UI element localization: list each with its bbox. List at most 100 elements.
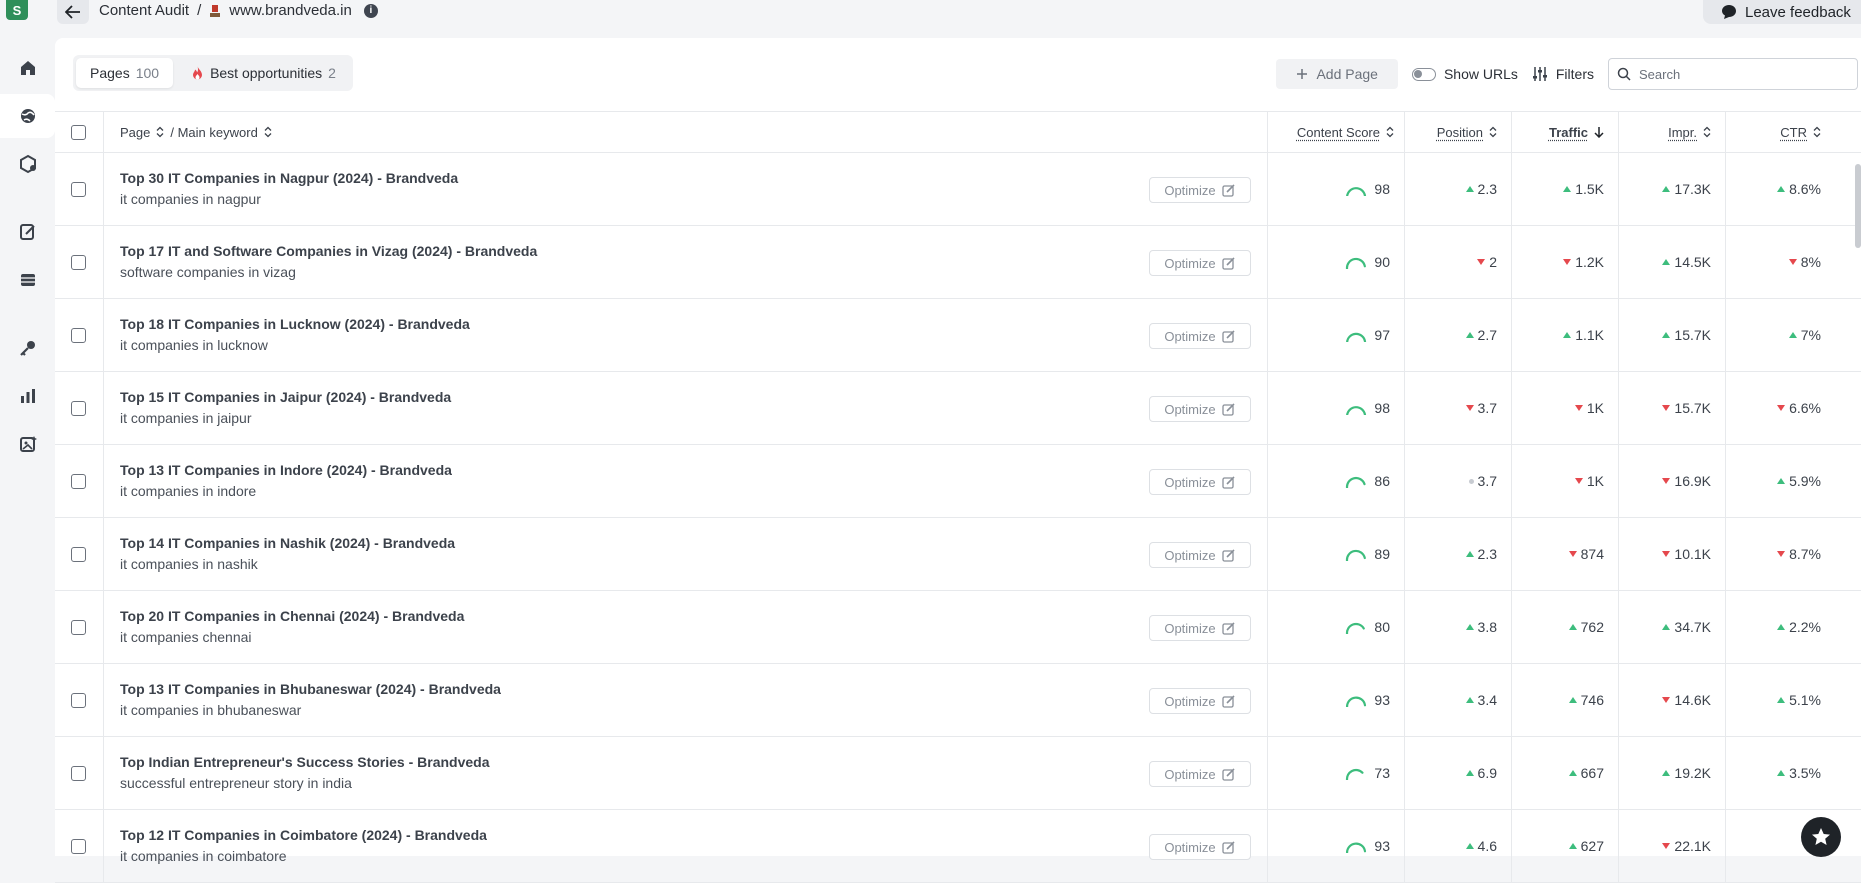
tab-best-opportunities-label: Best opportunities: [210, 65, 323, 81]
tab-best-opportunities[interactable]: Best opportunities 2: [177, 58, 350, 88]
header-traffic[interactable]: Traffic: [1511, 112, 1618, 152]
sidebar-table[interactable]: [0, 258, 55, 302]
row-checkbox[interactable]: [71, 546, 86, 562]
page-title[interactable]: Top 15 IT Companies in Jaipur (2024) - B…: [120, 389, 451, 405]
table-row[interactable]: Top 17 IT and Software Companies in Viza…: [55, 226, 1861, 299]
trend-down-icon: [1662, 405, 1671, 411]
sidebar-ai-images[interactable]: [0, 422, 55, 466]
page-title[interactable]: Top 12 IT Companies in Coimbatore (2024)…: [120, 827, 487, 843]
page-title[interactable]: Top 14 IT Companies in Nashik (2024) - B…: [120, 535, 455, 551]
header-impr[interactable]: Impr.: [1618, 112, 1725, 152]
info-icon[interactable]: i: [363, 3, 378, 18]
app-logo[interactable]: S: [6, 0, 28, 20]
table-header: Page / Main keyword Content Score Positi…: [55, 111, 1861, 153]
table-row[interactable]: Top 30 IT Companies in Nagpur (2024) - B…: [55, 153, 1861, 226]
row-checkbox[interactable]: [71, 765, 86, 781]
optimize-button[interactable]: Optimize: [1149, 688, 1251, 714]
breadcrumb-section[interactable]: Content Audit: [99, 2, 189, 19]
page-title[interactable]: Top 20 IT Companies in Chennai (2024) - …: [120, 608, 464, 624]
page-title[interactable]: Top 18 IT Companies in Lucknow (2024) - …: [120, 316, 470, 332]
row-checkbox[interactable]: [71, 400, 86, 416]
row-checkbox[interactable]: [71, 838, 86, 854]
traffic-cell: 746: [1511, 664, 1618, 736]
select-all-checkbox[interactable]: [71, 124, 86, 140]
position-value: 3.8: [1477, 619, 1497, 635]
header-keyword-label[interactable]: / Main keyword: [170, 125, 257, 140]
header-position[interactable]: Position: [1404, 112, 1511, 152]
row-checkbox[interactable]: [71, 181, 86, 197]
impressions-cell: 19.2K: [1618, 737, 1725, 809]
page-title[interactable]: Top Indian Entrepreneur's Success Storie…: [120, 754, 490, 770]
toggle-switch[interactable]: [1411, 67, 1436, 81]
position-cell: 3.7: [1404, 372, 1511, 444]
page-title[interactable]: Top 13 IT Companies in Indore (2024) - B…: [120, 462, 452, 478]
table-row[interactable]: Top 12 IT Companies in Coimbatore (2024)…: [55, 810, 1861, 883]
optimize-button[interactable]: Optimize: [1149, 761, 1251, 787]
optimize-button[interactable]: Optimize: [1149, 250, 1251, 276]
optimize-button[interactable]: Optimize: [1149, 177, 1251, 203]
row-select-cell: [71, 226, 86, 298]
table-row[interactable]: Top 14 IT Companies in Nashik (2024) - B…: [55, 518, 1861, 591]
trend-up-icon: [1465, 697, 1474, 703]
filters-label: Filters: [1555, 66, 1594, 82]
globe-icon: [20, 109, 35, 123]
table-row[interactable]: Top Indian Entrepreneur's Success Storie…: [55, 737, 1861, 810]
header-ctr[interactable]: CTR: [1725, 112, 1835, 152]
edit-icon: [1221, 183, 1235, 197]
sidebar-keywords[interactable]: [0, 326, 55, 370]
trend-up-icon: [1465, 551, 1474, 557]
table-row[interactable]: Top 13 IT Companies in Indore (2024) - B…: [55, 445, 1861, 518]
optimize-label: Optimize: [1164, 255, 1216, 271]
scrollbar[interactable]: [1855, 164, 1861, 248]
page-title[interactable]: Top 30 IT Companies in Nagpur (2024) - B…: [120, 170, 458, 186]
search-box[interactable]: [1608, 58, 1858, 90]
table-row[interactable]: Top 13 IT Companies in Bhubaneswar (2024…: [55, 664, 1861, 737]
optimize-button[interactable]: Optimize: [1149, 323, 1251, 349]
optimize-button[interactable]: Optimize: [1149, 396, 1251, 422]
table-row[interactable]: Top 15 IT Companies in Jaipur (2024) - B…: [55, 372, 1861, 445]
edit-icon: [1221, 694, 1235, 708]
impressions-value: 10.1K: [1674, 546, 1711, 562]
row-checkbox[interactable]: [71, 254, 86, 270]
position-value: 2.3: [1477, 546, 1497, 562]
header-content-score[interactable]: Content Score: [1267, 112, 1404, 152]
table-row[interactable]: Top 20 IT Companies in Chennai (2024) - …: [55, 591, 1861, 664]
sidebar-analytics[interactable]: [0, 374, 55, 418]
impressions-value: 15.7K: [1674, 400, 1711, 416]
sidebar-home[interactable]: [0, 46, 55, 90]
row-select-cell: [71, 664, 86, 736]
page-title[interactable]: Top 17 IT and Software Companies in Viza…: [120, 243, 537, 259]
row-checkbox[interactable]: [71, 619, 86, 635]
show-urls-toggle[interactable]: Show URLs: [1411, 66, 1518, 82]
tab-pages[interactable]: Pages 100: [76, 58, 174, 88]
feedback-label: Leave feedback: [1745, 3, 1851, 21]
filters-button[interactable]: Filters: [1532, 66, 1594, 82]
optimize-button[interactable]: Optimize: [1149, 469, 1251, 495]
page-title[interactable]: Top 13 IT Companies in Bhubaneswar (2024…: [120, 681, 501, 697]
sidebar-hexagon[interactable]: [0, 142, 55, 186]
favorite-button[interactable]: [1801, 817, 1841, 857]
row-checkbox[interactable]: [71, 327, 86, 343]
sidebar-content-audit[interactable]: [0, 94, 55, 138]
sidebar-editor[interactable]: [0, 210, 55, 254]
leave-feedback-button[interactable]: Leave feedback: [1703, 0, 1861, 24]
optimize-button[interactable]: Optimize: [1149, 615, 1251, 641]
score-gauge-icon: [1346, 842, 1367, 853]
trend-up-icon: [1777, 624, 1786, 630]
tab-best-opportunities-count: 2: [328, 65, 336, 81]
sort-icon[interactable]: [264, 126, 272, 138]
header-page-label[interactable]: Page: [120, 125, 150, 140]
search-input[interactable]: [1639, 66, 1839, 82]
table-icon: [20, 274, 35, 286]
optimize-button[interactable]: Optimize: [1149, 834, 1251, 860]
trend-up-icon: [1568, 624, 1577, 630]
row-checkbox[interactable]: [71, 473, 86, 489]
optimize-button[interactable]: Optimize: [1149, 542, 1251, 568]
traffic-value: 762: [1580, 619, 1604, 635]
row-checkbox[interactable]: [71, 692, 86, 708]
back-button[interactable]: [57, 0, 89, 24]
table-row[interactable]: Top 18 IT Companies in Lucknow (2024) - …: [55, 299, 1861, 372]
ctr-cell: 5.1%: [1725, 664, 1835, 736]
add-page-button[interactable]: Add Page: [1276, 59, 1398, 89]
sort-icon[interactable]: [156, 126, 164, 138]
